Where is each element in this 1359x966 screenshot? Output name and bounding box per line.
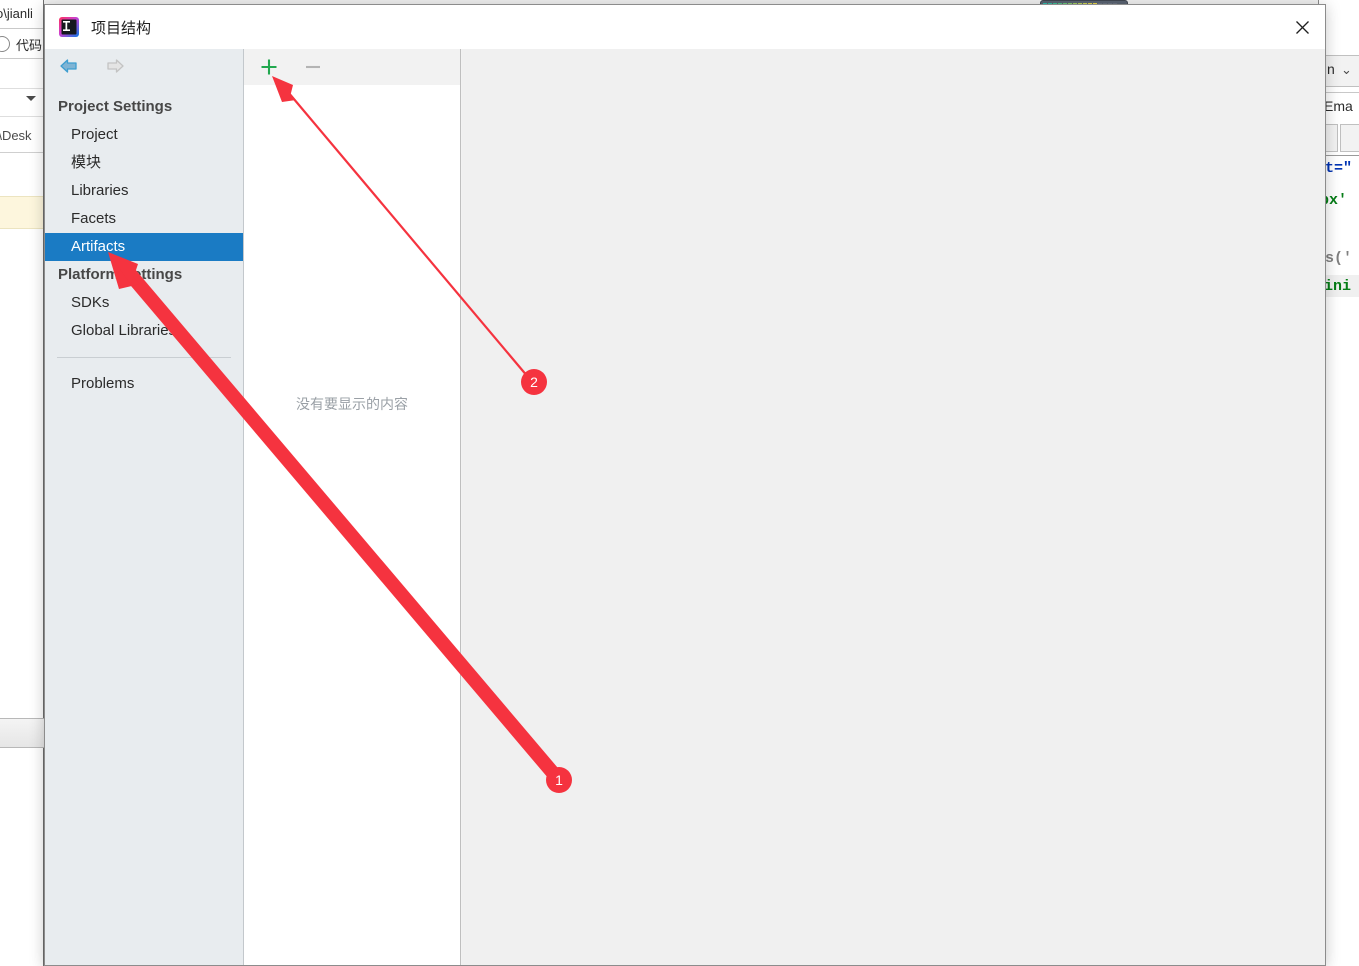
- artifact-detail-panel: [462, 49, 1325, 965]
- bg-dropdown-label: n: [1327, 61, 1335, 77]
- empty-state-message: 没有要显示的内容: [296, 396, 408, 412]
- annotation-badge-1: 1: [546, 767, 572, 793]
- arrow-left-icon[interactable]: [57, 55, 83, 77]
- sidebar-item-global-libraries[interactable]: Global Libraries: [45, 317, 243, 345]
- ide-left-edge: o\jianli 代码 r\Desk: [0, 0, 44, 966]
- sidebar-item-modules[interactable]: 模块: [45, 149, 243, 177]
- bg-chevron-down-icon[interactable]: [26, 96, 36, 101]
- bg-dropdown-box[interactable]: n ⌄: [1322, 55, 1359, 87]
- settings-sidebar: Project Settings Project 模块 Libraries Fa…: [45, 49, 244, 965]
- arrow-right-icon: [101, 55, 127, 77]
- sidebar-item-sdks[interactable]: SDKs: [45, 289, 243, 317]
- annotation-badge-2: 2: [521, 369, 547, 395]
- bg-code-fragment-4: ini: [1324, 278, 1352, 295]
- remove-artifact-button: [300, 54, 326, 80]
- sidebar-item-facets[interactable]: Facets: [45, 205, 243, 233]
- bg-small-box-2[interactable]: [1340, 124, 1359, 152]
- artifacts-sidebar-item[interactable]: Artifacts: [45, 233, 243, 261]
- bg-highlight-row: [0, 196, 44, 228]
- project-structure-dialog: 项目结构 Project Settings Project 模块 Librari…: [44, 4, 1326, 966]
- dialog-titlebar: 项目结构: [45, 5, 1325, 49]
- close-icon[interactable]: [1279, 5, 1325, 49]
- dialog-title: 项目结构: [91, 19, 152, 37]
- artifacts-list-panel: 没有要显示的内容: [244, 49, 461, 965]
- bg-path-fragment-2: r\Desk: [0, 128, 32, 143]
- bg-label-fragment: Ema: [1324, 98, 1353, 114]
- add-artifact-button[interactable]: [256, 54, 282, 80]
- bg-status-panel: [0, 718, 44, 748]
- sidebar-item-libraries[interactable]: Libraries: [45, 177, 243, 205]
- bg-path-fragment-1: o\jianli: [0, 6, 33, 21]
- sidebar-item-project[interactable]: Project: [45, 121, 243, 149]
- intellij-idea-icon: [59, 17, 79, 37]
- bg-circle-icon: [0, 36, 10, 52]
- sidebar-divider: [57, 357, 231, 358]
- sidebar-group-project-settings: Project Settings: [58, 98, 173, 115]
- bg-menu-fragment: 代码: [16, 38, 43, 53]
- artifacts-list-toolbar: [244, 49, 460, 85]
- sidebar-item-problems[interactable]: Problems: [45, 370, 243, 398]
- sidebar-nav-row: [45, 49, 243, 83]
- chevron-down-icon: ⌄: [1341, 62, 1352, 77]
- sidebar-group-platform-settings: Platform Settings: [58, 266, 183, 283]
